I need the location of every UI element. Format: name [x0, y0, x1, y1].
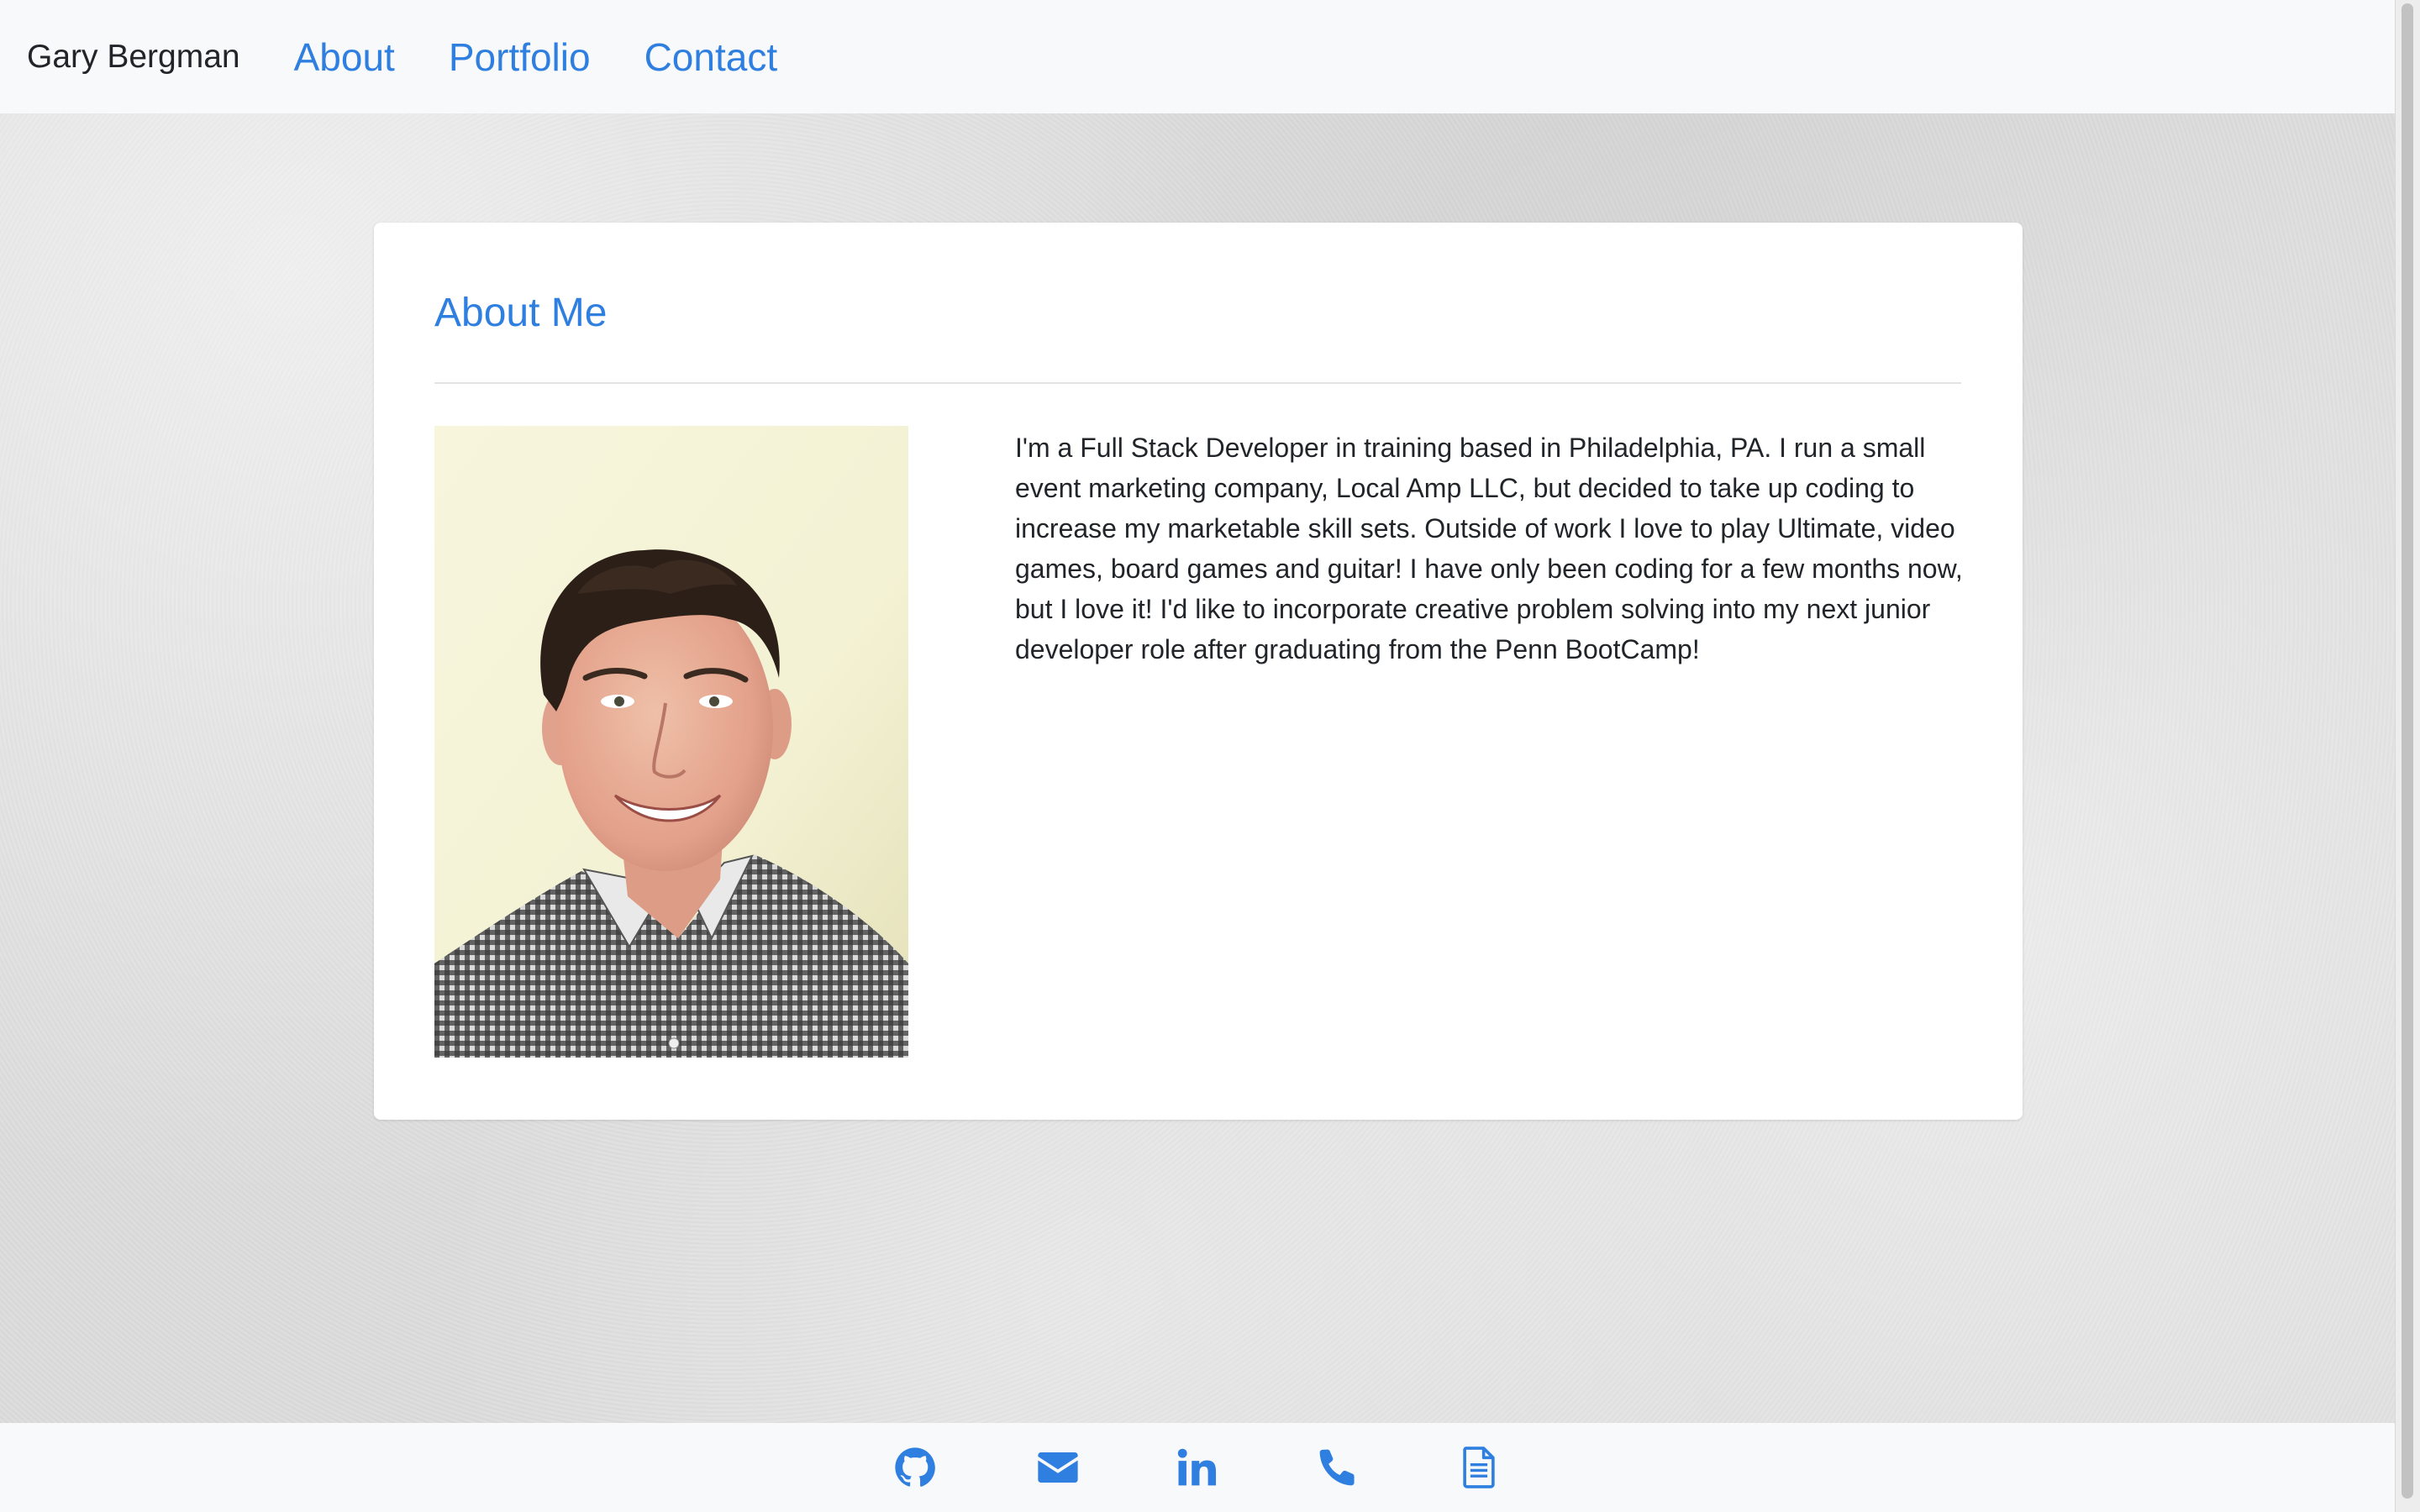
nav-link-portfolio[interactable]: Portfolio	[449, 34, 591, 80]
scrollbar-thumb[interactable]	[2402, 3, 2413, 1499]
phone-icon[interactable]	[1315, 1445, 1360, 1490]
github-icon[interactable]	[892, 1445, 938, 1490]
document-icon[interactable]	[1456, 1445, 1502, 1490]
about-title: About Me	[434, 291, 608, 335]
vertical-scrollbar[interactable]	[2395, 0, 2420, 1512]
brand-link[interactable]: Gary Bergman	[27, 39, 240, 76]
about-card: About Me I'm a Full Stack Developer in t…	[374, 223, 2023, 1120]
navbar: Gary Bergman About Portfolio Contact	[0, 0, 2395, 113]
bio-text: I'm a Full Stack Developer in training b…	[1015, 433, 1963, 664]
profile-photo	[434, 426, 908, 1058]
card-divider	[434, 382, 1961, 384]
envelope-icon[interactable]	[1035, 1445, 1081, 1490]
nav-link-contact[interactable]: Contact	[644, 34, 778, 80]
footer	[0, 1423, 2395, 1512]
nav-link-about[interactable]: About	[294, 34, 395, 80]
linkedin-icon[interactable]	[1175, 1445, 1220, 1490]
